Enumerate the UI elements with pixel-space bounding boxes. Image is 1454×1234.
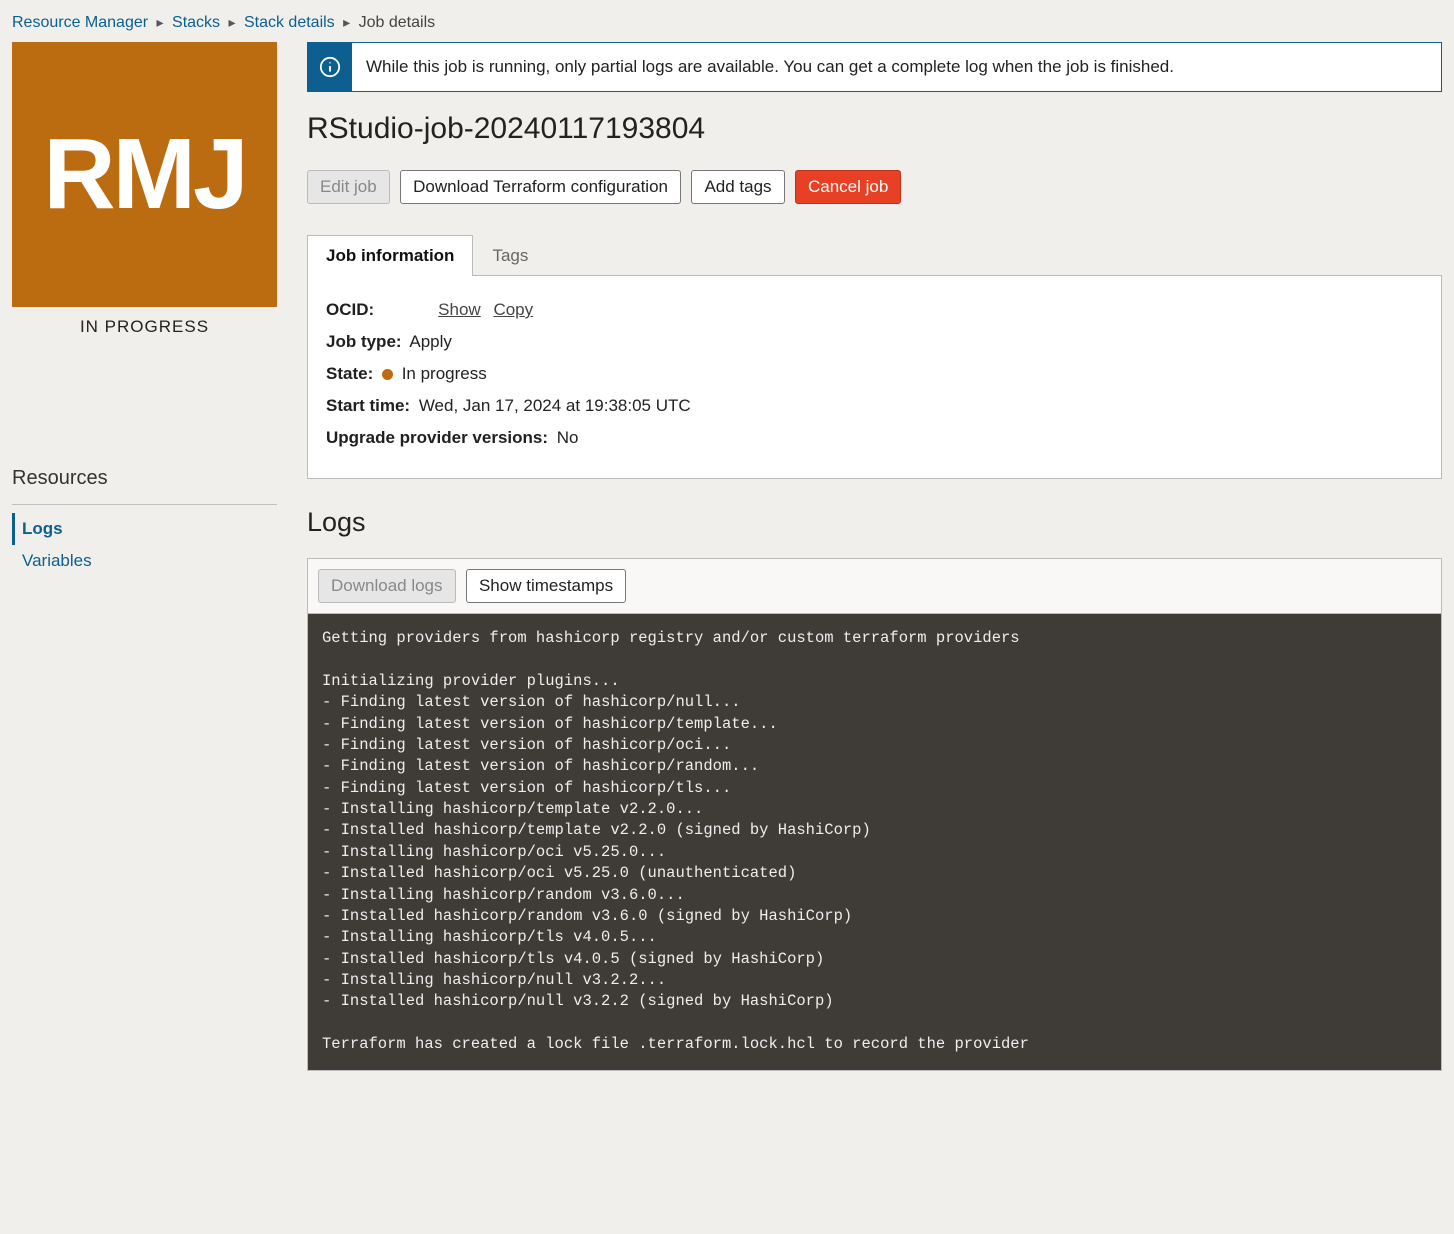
upgrade-label: Upgrade provider versions: (326, 428, 548, 447)
breadcrumb-stack-details[interactable]: Stack details (244, 14, 335, 31)
chevron-right-icon: ▸ (153, 14, 168, 30)
resources-list: Logs Variables (12, 513, 277, 577)
jobtype-value: Apply (409, 332, 452, 351)
chevron-right-icon: ▸ (224, 14, 239, 30)
ocid-copy-link[interactable]: Copy (493, 300, 533, 319)
logs-heading: Logs (307, 507, 1442, 538)
show-timestamps-button[interactable]: Show timestamps (466, 569, 626, 603)
cancel-job-button[interactable]: Cancel job (795, 170, 901, 204)
jobtype-label: Job type: (326, 332, 402, 351)
tab-tags[interactable]: Tags (473, 235, 547, 276)
breadcrumb-current: Job details (359, 14, 436, 31)
action-toolbar: Edit job Download Terraform configuratio… (307, 170, 1442, 204)
breadcrumb: Resource Manager ▸ Stacks ▸ Stack detail… (12, 12, 1442, 42)
log-output[interactable]: Getting providers from hashicorp registr… (308, 614, 1441, 1070)
breadcrumb-resource-manager[interactable]: Resource Manager (12, 14, 148, 31)
resource-tile-initials: RMJ (43, 117, 245, 232)
page-title: RStudio-job-20240117193804 (307, 112, 1442, 146)
ocid-show-link[interactable]: Show (438, 300, 481, 319)
info-alert: While this job is running, only partial … (307, 42, 1442, 92)
logs-toolbar: Download logs Show timestamps (308, 559, 1441, 614)
upgrade-value: No (557, 428, 579, 447)
starttime-label: Start time: (326, 396, 410, 415)
resource-tile: RMJ (12, 42, 277, 307)
sidebar-item-logs[interactable]: Logs (12, 513, 277, 545)
ocid-label: OCID: (326, 300, 374, 320)
sidebar-item-variables[interactable]: Variables (12, 545, 277, 577)
state-label: State: (326, 364, 373, 383)
starttime-value: Wed, Jan 17, 2024 at 19:38:05 UTC (419, 396, 691, 415)
state-value: In progress (402, 364, 487, 383)
resources-heading: Resources (12, 467, 277, 505)
logs-panel: Download logs Show timestamps Getting pr… (307, 558, 1442, 1071)
edit-job-button: Edit job (307, 170, 390, 204)
status-dot-icon (382, 369, 393, 380)
breadcrumb-stacks[interactable]: Stacks (172, 14, 220, 31)
tab-job-information[interactable]: Job information (307, 235, 473, 276)
detail-tabs: Job information Tags (307, 234, 1442, 276)
alert-message: While this job is running, only partial … (352, 43, 1188, 91)
info-icon (308, 43, 352, 91)
download-config-button[interactable]: Download Terraform configuration (400, 170, 681, 204)
download-logs-button: Download logs (318, 569, 456, 603)
add-tags-button[interactable]: Add tags (691, 170, 784, 204)
chevron-right-icon: ▸ (339, 14, 354, 30)
resource-status: IN PROGRESS (12, 317, 277, 337)
job-information-panel: OCID: Show Copy Job type: Apply State: I… (307, 276, 1442, 479)
